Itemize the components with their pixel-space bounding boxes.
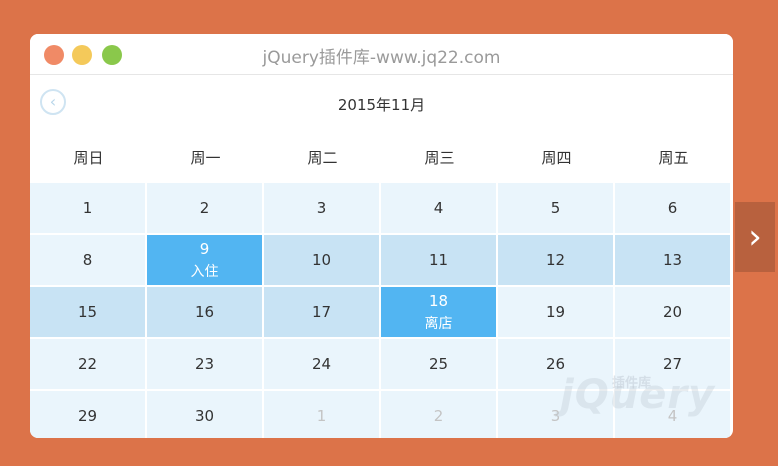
date-number: 25 [428, 355, 449, 373]
date-cell[interactable]: 3 [264, 183, 380, 234]
date-cell[interactable]: 29 [30, 391, 146, 438]
date-number: 16 [194, 303, 215, 321]
date-cell[interactable]: 22 [30, 339, 146, 390]
date-number: 15 [77, 303, 98, 321]
date-cell[interactable]: 1 [30, 183, 146, 234]
date-number: 6 [667, 199, 678, 217]
date-tag: 离店 [424, 315, 453, 332]
date-number: 22 [77, 355, 98, 373]
date-number: 27 [662, 355, 683, 373]
date-cell[interactable]: 2 [381, 391, 497, 438]
date-cell[interactable]: 15 [30, 287, 146, 338]
date-number: 12 [545, 251, 566, 269]
weekday-label: 周三 [424, 149, 455, 167]
weekday-label: 周日 [73, 149, 104, 167]
date-number: 29 [77, 407, 98, 425]
date-number: 30 [194, 407, 215, 425]
watermark-sub: 插件库 [612, 376, 652, 391]
date-number: 20 [662, 303, 683, 321]
date-cell[interactable]: 4 [381, 183, 497, 234]
date-cell[interactable]: 16 [147, 287, 263, 338]
date-number: 24 [311, 355, 332, 373]
date-number: 8 [82, 251, 93, 269]
date-number: 26 [545, 355, 566, 373]
date-cell[interactable]: 30 [147, 391, 263, 438]
date-number: 19 [545, 303, 566, 321]
weekday-label: 周二 [307, 149, 338, 167]
date-number: 17 [311, 303, 332, 321]
date-cell[interactable]: 18 离店 [381, 287, 497, 338]
date-number: 1 [82, 199, 93, 217]
date-number: 23 [194, 355, 215, 373]
date-number: 4 [433, 199, 444, 217]
date-number: 11 [428, 251, 449, 269]
date-cell[interactable]: 20 [615, 287, 731, 338]
date-cell[interactable]: 6 [615, 183, 731, 234]
date-number: 3 [316, 199, 327, 217]
date-cell[interactable]: 12 [498, 235, 614, 286]
date-cell[interactable]: 25 [381, 339, 497, 390]
date-cell[interactable]: 17 [264, 287, 380, 338]
date-cell[interactable]: 1 [264, 391, 380, 438]
next-month-button[interactable]: › [735, 202, 775, 272]
date-number: 1 [316, 407, 327, 425]
date-cell[interactable]: 19 [498, 287, 614, 338]
title-bar: jQuery插件库-www.jq22.com [30, 34, 733, 75]
date-cell[interactable]: 11 [381, 235, 497, 286]
date-number: 10 [311, 251, 332, 269]
date-tag: 入住 [190, 263, 219, 280]
date-cell[interactable]: 8 [30, 235, 146, 286]
date-cell[interactable]: 13 [615, 235, 731, 286]
date-cell[interactable]: 9 入住 [147, 235, 263, 286]
date-number: 2 [199, 199, 210, 217]
date-cell[interactable]: 2 [147, 183, 263, 234]
weekday-label: 周四 [541, 149, 572, 167]
date-number: 18 [428, 291, 449, 310]
date-number: 9 [199, 239, 210, 258]
date-cell[interactable]: 23 [147, 339, 263, 390]
date-cell[interactable]: 24 [264, 339, 380, 390]
month-label: 2015年11月 [337, 96, 426, 114]
date-number: 13 [662, 251, 683, 269]
weekday-header: 周日 周一 周二 周三 周四 周五 [30, 147, 733, 173]
window-title: jQuery插件库-www.jq22.com [262, 48, 501, 68]
date-number: 3 [550, 407, 561, 425]
date-number: 5 [550, 199, 561, 217]
weekday-label: 周一 [190, 149, 221, 167]
chevron-right-icon: › [748, 217, 762, 257]
date-cell[interactable]: 5 [498, 183, 614, 234]
date-number: 2 [433, 407, 444, 425]
date-cell[interactable]: 10 [264, 235, 380, 286]
weekday-label: 周五 [658, 149, 689, 167]
